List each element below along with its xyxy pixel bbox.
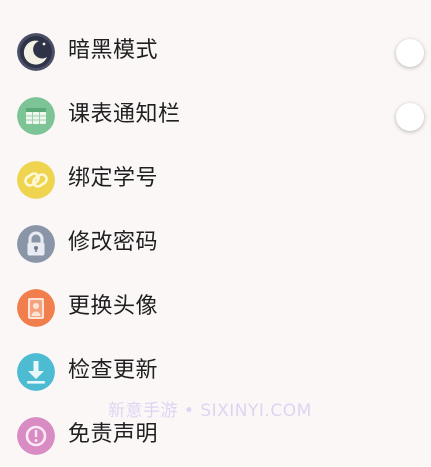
settings-item-label: 暗黑模式 (68, 38, 159, 63)
settings-item-change-avatar[interactable]: 更换头像 (0, 276, 431, 339)
settings-item-schedule-notification[interactable]: 课表通知栏 (0, 84, 431, 147)
settings-item-label: 免责声明 (68, 422, 159, 447)
settings-item-label: 检查更新 (68, 358, 159, 383)
settings-item-label: 更换头像 (68, 294, 159, 319)
lock-icon (17, 225, 55, 263)
dark-mode-toggle[interactable] (396, 39, 424, 67)
schedule-table-icon (17, 97, 55, 135)
settings-item-label: 绑定学号 (68, 166, 159, 191)
settings-item-label: 课表通知栏 (68, 102, 181, 127)
watermark: 新意手游 • SIXINYI.COM (108, 401, 312, 421)
settings-list: 暗黑模式 课表通知栏 绑定学号 修改密码 更换头像 检查更新 免责声明 (0, 0, 431, 455)
moon-icon (17, 33, 55, 71)
settings-item-bind-student-id[interactable]: 绑定学号 (0, 148, 431, 211)
settings-item-check-update[interactable]: 检查更新 (0, 340, 431, 403)
schedule-notification-toggle[interactable] (396, 103, 424, 131)
avatar-portrait-icon (17, 289, 55, 327)
settings-item-change-password[interactable]: 修改密码 (0, 212, 431, 275)
download-icon (17, 353, 55, 391)
link-chain-icon (17, 161, 55, 199)
disclaimer-icon (17, 417, 55, 455)
settings-item-label: 修改密码 (68, 230, 159, 255)
settings-item-dark-mode[interactable]: 暗黑模式 (0, 20, 431, 83)
